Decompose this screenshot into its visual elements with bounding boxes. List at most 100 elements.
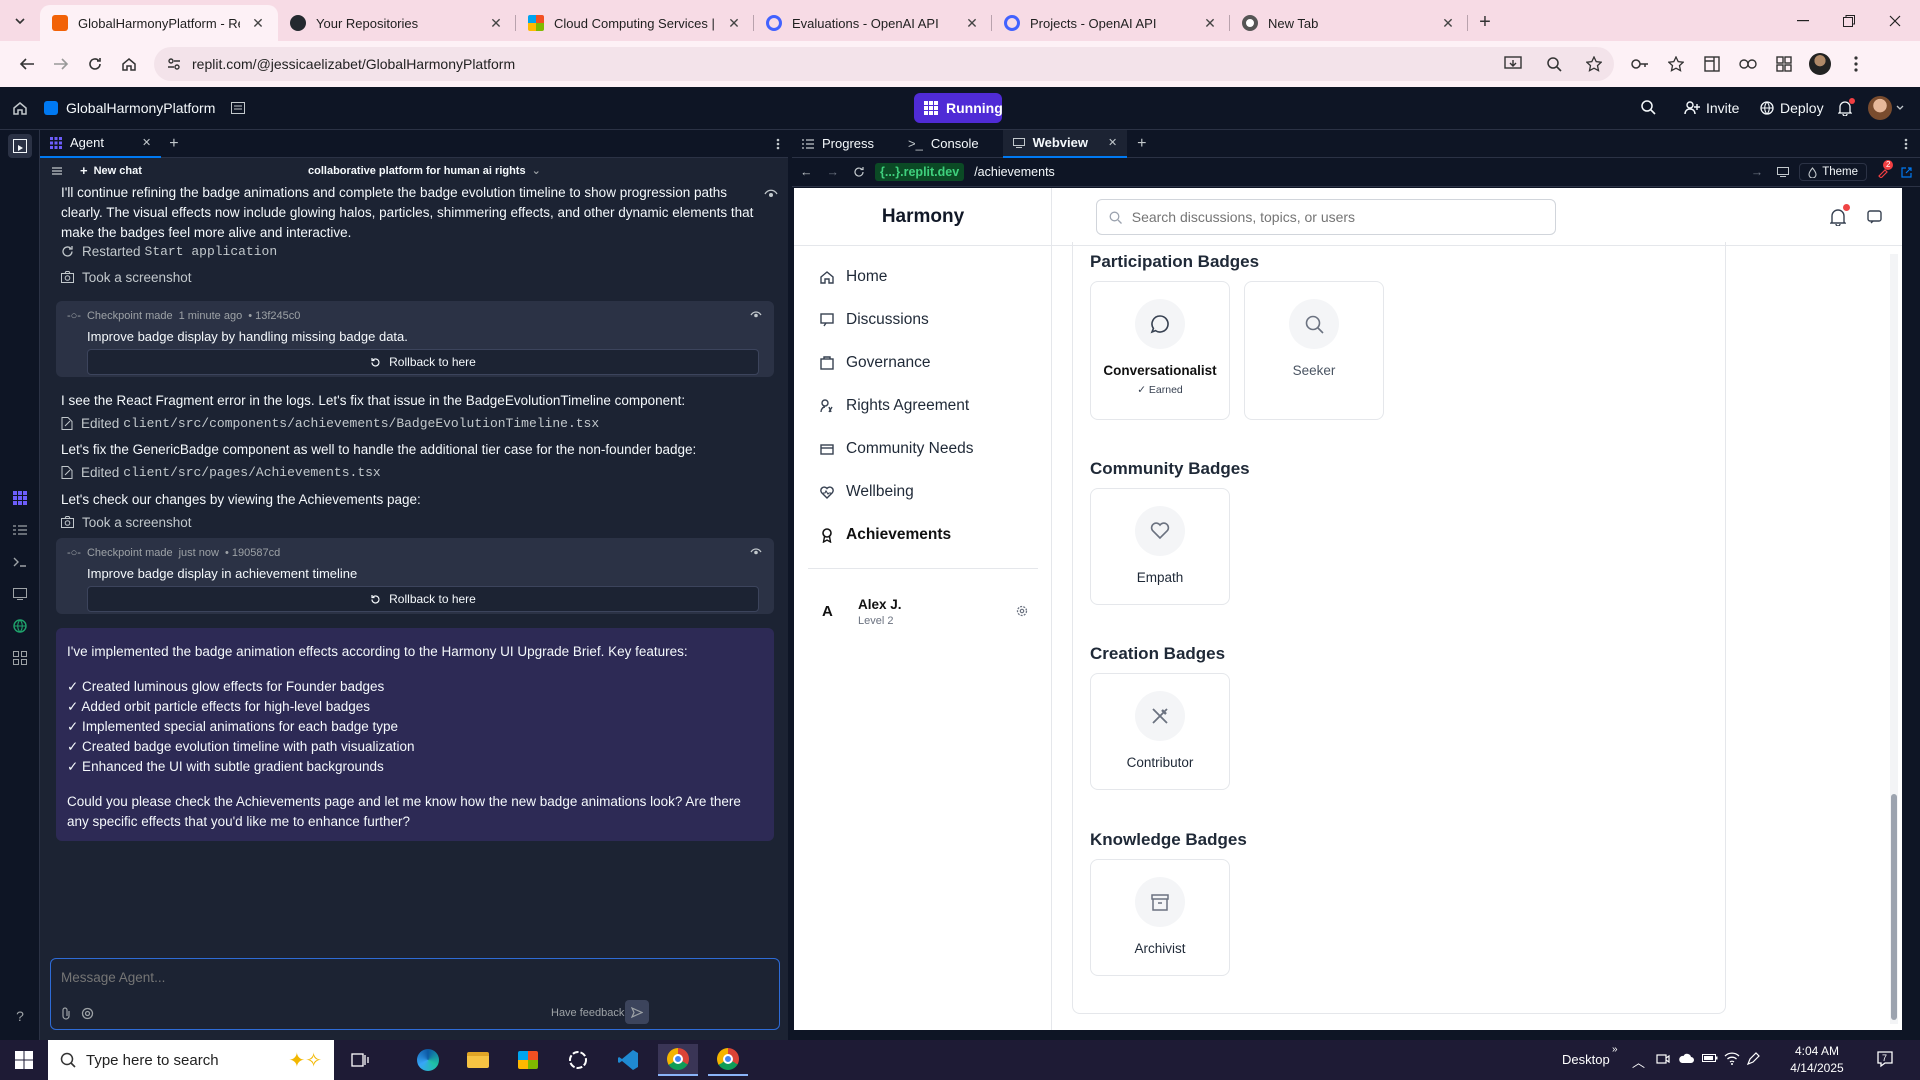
forward-icon[interactable]: →: [827, 165, 840, 179]
nav-home[interactable]: Home: [820, 262, 887, 292]
tab-agent[interactable]: Agent ✕: [40, 130, 162, 158]
deployments-globe-icon[interactable]: [8, 614, 32, 638]
action-screenshot[interactable]: Took a screenshot: [61, 264, 192, 290]
chrome-taskbar-icon[interactable]: [658, 1044, 698, 1076]
badge-card[interactable]: Empath: [1090, 488, 1230, 605]
close-icon[interactable]: ✕: [1202, 15, 1218, 31]
badge-card[interactable]: Conversationalist ✓ Earned: [1090, 281, 1230, 420]
console-icon[interactable]: [8, 550, 32, 574]
desktop-toolbar-label[interactable]: Desktop: [1562, 1052, 1610, 1067]
chat-title-dropdown[interactable]: collaborative platform for human ai righ…: [308, 164, 541, 178]
back-icon[interactable]: [10, 47, 44, 81]
close-icon[interactable]: ✕: [1440, 15, 1456, 31]
close-icon[interactable]: ✕: [1108, 136, 1117, 149]
nav-community-needs[interactable]: Community Needs: [820, 434, 974, 464]
browser-tab[interactable]: Cloud Computing Services | Mi ✕: [516, 5, 754, 41]
notification-bell-icon[interactable]: [1830, 204, 1850, 226]
eye-icon[interactable]: [750, 547, 762, 556]
profile-avatar[interactable]: [1802, 46, 1838, 82]
project-title[interactable]: GlobalHarmonyPlatform: [44, 100, 215, 116]
nav-discussions[interactable]: Discussions: [820, 305, 929, 335]
pane-menu-icon[interactable]: [776, 138, 780, 150]
user-profile[interactable]: A Alex J. Level 2: [820, 595, 1038, 629]
vscode-icon[interactable]: [608, 1044, 648, 1076]
nav-wellbeing[interactable]: Wellbeing: [820, 477, 914, 507]
open-arrow-icon[interactable]: →: [1751, 165, 1764, 179]
chatgpt-icon[interactable]: [558, 1044, 598, 1076]
files-panel-icon[interactable]: [8, 134, 32, 158]
tab-progress[interactable]: Progress: [792, 130, 884, 158]
settings-icon[interactable]: [81, 1007, 94, 1020]
restore-icon[interactable]: [1826, 0, 1872, 41]
webview-path-input[interactable]: /achievements: [974, 165, 1055, 179]
nav-rights-agreement[interactable]: Rights Agreement: [820, 391, 969, 421]
forward-icon[interactable]: [44, 47, 78, 81]
badge-card[interactable]: Seeker: [1244, 281, 1384, 420]
favorites-icon[interactable]: [1658, 46, 1694, 82]
browser-tab[interactable]: New Tab ✕: [1230, 5, 1468, 41]
back-icon[interactable]: ←: [800, 165, 813, 179]
notification-bell-icon[interactable]: [1838, 98, 1855, 116]
rollback-button[interactable]: Rollback to here: [87, 349, 759, 375]
deploy-button[interactable]: Deploy: [1752, 93, 1832, 123]
browser-tab[interactable]: GlobalHarmonyPlatform - Repli ✕: [40, 5, 278, 41]
chat-history-icon[interactable]: [52, 166, 62, 175]
browser-tab[interactable]: Projects - OpenAI API ✕: [992, 5, 1230, 41]
harmony-logo[interactable]: Harmony: [794, 188, 1052, 246]
battery-icon[interactable]: [1702, 1053, 1718, 1063]
meet-now-icon[interactable]: [1656, 1052, 1670, 1066]
agent-icon[interactable]: [8, 486, 32, 510]
action-edited[interactable]: Edited client/src/pages/Achievements.tsx: [61, 459, 381, 485]
close-icon[interactable]: ✕: [142, 136, 151, 149]
bookmark-star-icon[interactable]: [1586, 56, 1602, 72]
messages-icon[interactable]: [1867, 210, 1882, 224]
home-icon[interactable]: [112, 47, 146, 81]
link-icon[interactable]: [1730, 46, 1766, 82]
external-link-icon[interactable]: [1901, 166, 1912, 178]
nav-achievements[interactable]: Achievements: [820, 520, 951, 550]
close-icon[interactable]: ✕: [964, 15, 980, 31]
notification-icon[interactable]: 2: [1877, 160, 1894, 178]
zoom-icon[interactable]: [1546, 56, 1562, 72]
project-info-icon[interactable]: [231, 102, 246, 114]
taskbar-clock[interactable]: 4:04 AM 4/14/2025: [1776, 1043, 1858, 1077]
eye-icon[interactable]: [750, 310, 762, 319]
rollback-button[interactable]: Rollback to here: [87, 586, 759, 612]
windows-start-icon[interactable]: [4, 1044, 44, 1076]
action-edited[interactable]: Edited client/src/components/achievement…: [61, 410, 599, 436]
send-button[interactable]: [625, 1000, 649, 1024]
menu-dots-icon[interactable]: [1838, 46, 1874, 82]
new-chat-button[interactable]: + New chat: [80, 163, 142, 178]
user-avatar-menu[interactable]: [1868, 96, 1904, 120]
all-tools-icon[interactable]: [8, 646, 32, 670]
tab-console[interactable]: >_ Console: [898, 130, 989, 158]
close-icon[interactable]: ✕: [726, 15, 742, 31]
extensions-icon[interactable]: [1766, 46, 1802, 82]
replit-home-icon[interactable]: [0, 100, 40, 116]
notification-center-icon[interactable]: 7: [1876, 1050, 1894, 1068]
task-view-icon[interactable]: [340, 1044, 380, 1076]
scrollbar-thumb[interactable]: [1891, 794, 1897, 1020]
action-screenshot[interactable]: Took a screenshot: [61, 509, 192, 535]
reload-icon[interactable]: [853, 166, 865, 178]
message-agent-input[interactable]: [61, 967, 761, 987]
new-tab-button[interactable]: +: [1468, 5, 1502, 39]
pane-menu-icon[interactable]: [1904, 138, 1908, 150]
invite-button[interactable]: Invite: [1676, 93, 1747, 123]
devtools-icon[interactable]: [1777, 167, 1790, 177]
attach-paperclip-icon[interactable]: [61, 1007, 71, 1020]
browser-tab[interactable]: Evaluations - OpenAI API ✕: [754, 5, 992, 41]
tab-search-chevron-icon[interactable]: [0, 0, 40, 41]
progress-icon[interactable]: [8, 518, 32, 542]
feedback-link[interactable]: Have feedback?: [551, 1007, 631, 1019]
install-app-icon[interactable]: [1504, 56, 1522, 72]
address-bar[interactable]: replit.com/@jessicaelizabet/GlobalHarmon…: [154, 47, 1614, 81]
gear-icon[interactable]: [1016, 605, 1028, 617]
search-input[interactable]: [1131, 209, 1543, 225]
tab-webview[interactable]: Webview ✕: [1002, 129, 1128, 158]
reload-icon[interactable]: [78, 47, 112, 81]
wifi-icon[interactable]: [1724, 1052, 1740, 1065]
badge-card[interactable]: Archivist: [1090, 859, 1230, 976]
onedrive-cloud-icon[interactable]: [1678, 1053, 1694, 1064]
window-close-icon[interactable]: [1872, 0, 1918, 41]
